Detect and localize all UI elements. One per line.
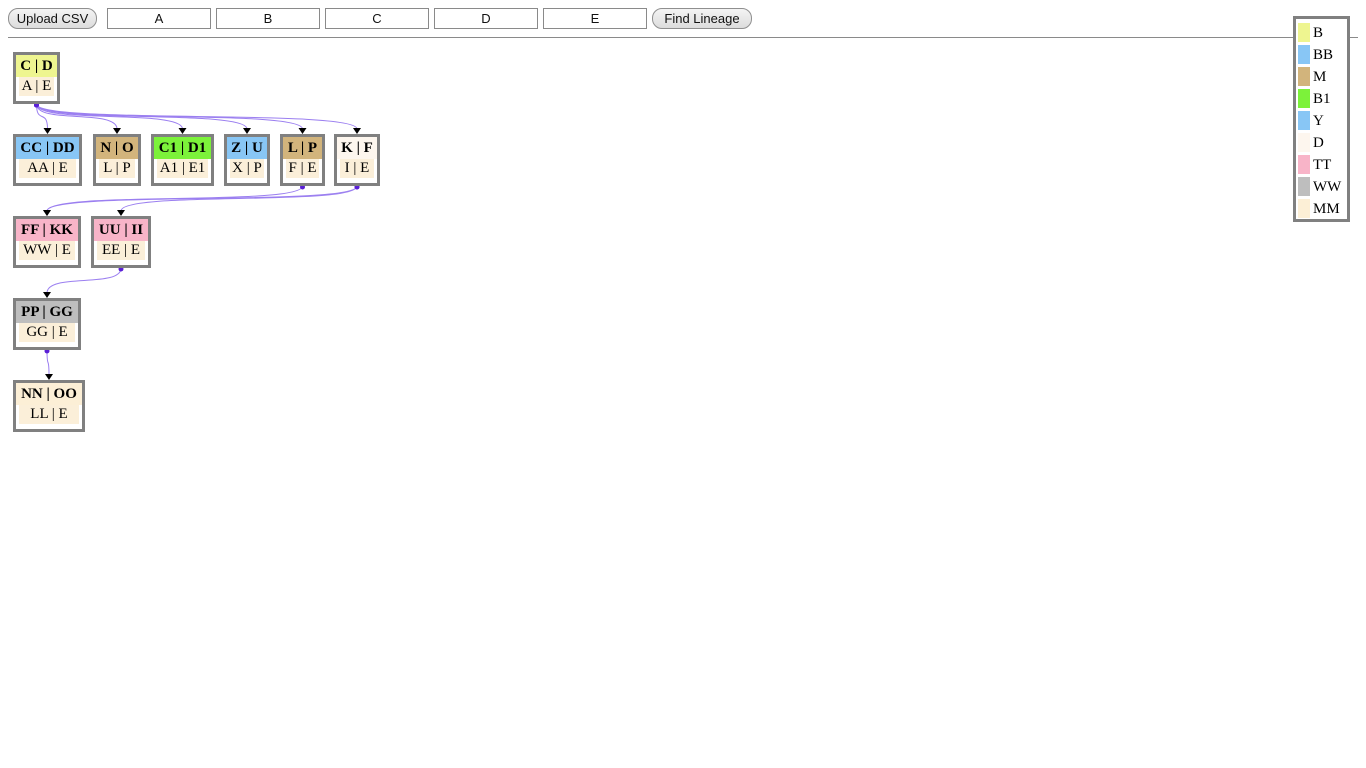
legend-item: B1 bbox=[1298, 88, 1348, 108]
lineage-edges bbox=[34, 102, 361, 380]
legend-item: M bbox=[1298, 66, 1348, 86]
legend-item: MM bbox=[1298, 198, 1348, 218]
edge-kf-ffkk bbox=[46, 185, 358, 212]
legend-label: D bbox=[1313, 135, 1324, 151]
node-title: C1 | D1 bbox=[154, 137, 211, 159]
legend-item: Y bbox=[1298, 110, 1348, 130]
node-ff-kk[interactable]: FF | KK WW | E bbox=[13, 216, 81, 268]
legend-label: BB bbox=[1313, 47, 1334, 63]
node-subtitle: WW | E bbox=[19, 241, 75, 260]
legend-swatch bbox=[1298, 89, 1310, 108]
node-subtitle: X | P bbox=[230, 159, 264, 178]
legend: B BB M B1 Y D TT WW MM bbox=[1293, 16, 1350, 222]
node-subtitle: LL | E bbox=[19, 405, 79, 424]
node-title: Z | U bbox=[227, 137, 267, 159]
legend-item: TT bbox=[1298, 154, 1348, 174]
node-subtitle: A1 | E1 bbox=[157, 159, 208, 178]
legend-item: D bbox=[1298, 132, 1348, 152]
node-title: FF | KK bbox=[16, 219, 78, 241]
node-subtitle: L | P bbox=[99, 159, 135, 178]
node-subtitle: I | E bbox=[340, 159, 374, 178]
legend-label: Y bbox=[1313, 113, 1324, 129]
node-z-u[interactable]: Z | U X | P bbox=[224, 134, 270, 186]
node-n-o[interactable]: N | O L | P bbox=[93, 134, 141, 186]
node-c-d[interactable]: C | D A | E bbox=[13, 52, 60, 104]
node-l-p[interactable]: L | P F | E bbox=[280, 134, 325, 186]
legend-swatch bbox=[1298, 155, 1310, 174]
legend-swatch bbox=[1298, 67, 1310, 86]
node-subtitle: F | E bbox=[286, 159, 319, 178]
node-title: L | P bbox=[283, 137, 322, 159]
legend-swatch bbox=[1298, 23, 1310, 42]
legend-item: BB bbox=[1298, 44, 1348, 64]
node-title: N | O bbox=[96, 137, 138, 159]
node-k-f[interactable]: K | F I | E bbox=[334, 134, 380, 186]
edge-ppgg-nnoo bbox=[46, 349, 50, 376]
node-title: PP | GG bbox=[16, 301, 78, 323]
legend-label: B bbox=[1313, 25, 1324, 41]
legend-label: MM bbox=[1313, 201, 1340, 217]
legend-swatch bbox=[1298, 133, 1310, 152]
legend-swatch bbox=[1298, 111, 1310, 130]
legend-label: WW bbox=[1313, 179, 1342, 195]
legend-label: B1 bbox=[1313, 91, 1331, 107]
node-subtitle: AA | E bbox=[19, 159, 76, 178]
legend-item: WW bbox=[1298, 176, 1348, 196]
node-cc-dd[interactable]: CC | DD AA | E bbox=[13, 134, 82, 186]
node-title: K | F bbox=[337, 137, 377, 159]
node-pp-gg[interactable]: PP | GG GG | E bbox=[13, 298, 81, 350]
node-subtitle: GG | E bbox=[19, 323, 75, 342]
node-uu-ii[interactable]: UU | II EE | E bbox=[91, 216, 151, 268]
node-title: C | D bbox=[16, 55, 57, 77]
node-title: CC | DD bbox=[16, 137, 79, 159]
legend-swatch bbox=[1298, 199, 1310, 218]
edge-uuii-ppgg bbox=[46, 267, 122, 294]
node-title: NN | OO bbox=[16, 383, 82, 405]
node-subtitle: A | E bbox=[19, 77, 54, 96]
node-subtitle: EE | E bbox=[97, 241, 145, 260]
node-c1-d1[interactable]: C1 | D1 A1 | E1 bbox=[151, 134, 214, 186]
legend-label: M bbox=[1313, 69, 1327, 85]
legend-item: B bbox=[1298, 22, 1348, 42]
legend-swatch bbox=[1298, 45, 1310, 64]
legend-label: TT bbox=[1313, 157, 1332, 173]
node-nn-oo[interactable]: NN | OO LL | E bbox=[13, 380, 85, 432]
legend-swatch bbox=[1298, 177, 1310, 196]
node-title: UU | II bbox=[94, 219, 148, 241]
